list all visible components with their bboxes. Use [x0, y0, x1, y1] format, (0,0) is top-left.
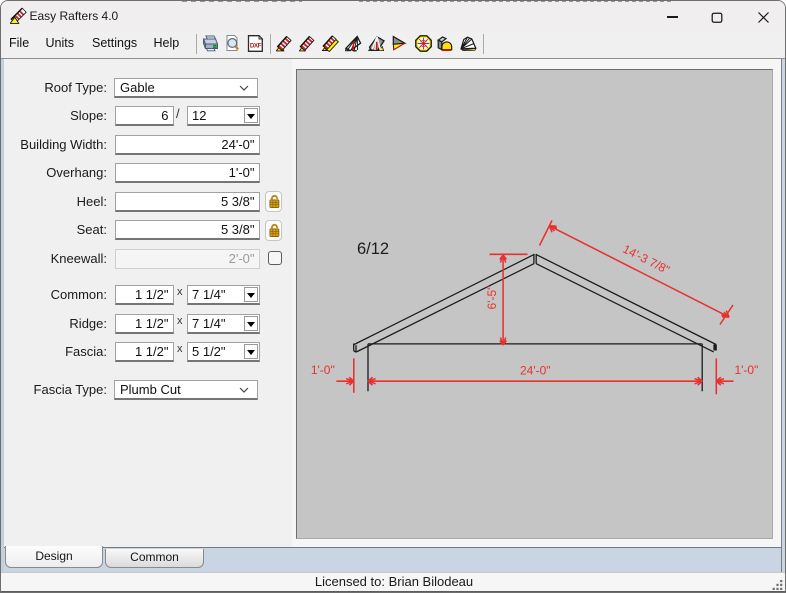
svg-text:1'-0": 1'-0" — [311, 363, 335, 377]
svg-text:6'-5": 6'-5" — [485, 286, 499, 310]
svg-text:DXF: DXF — [249, 42, 261, 49]
svg-text:24'-0": 24'-0" — [520, 364, 551, 378]
svg-text:14'-3 7/8": 14'-3 7/8" — [621, 242, 672, 277]
svg-text:6/12: 6/12 — [357, 240, 389, 258]
svg-text:1'-0": 1'-0" — [734, 363, 758, 377]
